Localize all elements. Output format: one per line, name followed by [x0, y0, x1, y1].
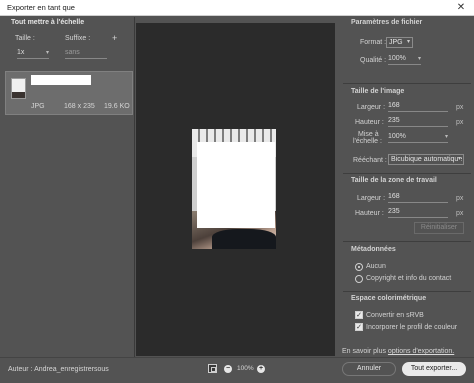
- convert-srgb-checkbox[interactable]: ✓: [355, 311, 363, 319]
- quality-label: Qualité :: [360, 57, 387, 64]
- export-all-button[interactable]: Tout exporter...: [402, 362, 466, 376]
- metadata-header: Métadonnées: [351, 246, 396, 253]
- item-format: JPG: [31, 103, 45, 110]
- metadata-none-label: Aucun: [366, 263, 386, 270]
- learn-more-text: En savoir plus options d'exportation.: [342, 348, 454, 355]
- section-divider: [343, 83, 471, 84]
- item-dimensions: 168 x 235: [64, 103, 95, 110]
- section-divider: [343, 173, 471, 174]
- redacted-area: [197, 142, 275, 228]
- reset-button[interactable]: Réinitialiser: [414, 222, 464, 234]
- window-title: Exporter en tant que: [7, 3, 75, 12]
- export-item-row[interactable]: JPG 168 x 235 19.6 KO: [5, 71, 133, 115]
- preview-canvas: [136, 23, 335, 356]
- fit-to-screen-icon[interactable]: [208, 364, 217, 373]
- zoom-in-button[interactable]: +: [257, 365, 265, 373]
- image-width-label: Largeur :: [357, 104, 386, 111]
- image-scale-select[interactable]: 100% ▾: [388, 133, 448, 143]
- image-size-header: Taille de l'image: [351, 88, 405, 95]
- chevron-down-icon: ▾: [417, 56, 421, 62]
- zoom-value: 100%: [237, 365, 254, 372]
- canvas-width-unit: px: [456, 195, 464, 202]
- right-panel: Paramètres de fichier Format : JPG ▾ Qua…: [336, 17, 474, 357]
- image-scale-value: 100%: [388, 133, 406, 140]
- quality-select[interactable]: 100% ▾: [388, 55, 421, 65]
- section-divider: [343, 291, 471, 292]
- footer-divider: [0, 357, 474, 358]
- chevron-down-icon: ▾: [444, 134, 448, 140]
- canvas-height-input[interactable]: 235: [388, 208, 448, 218]
- convert-srgb-label: Convertir en sRVB: [366, 312, 424, 319]
- format-label: Format :: [360, 39, 387, 46]
- image-height-label: Hauteur :: [355, 119, 384, 126]
- scale-all-header: Tout mettre à l'échelle: [11, 19, 85, 26]
- image-height-unit: px: [456, 119, 464, 126]
- chevron-down-icon: ▾: [45, 50, 49, 56]
- suffix-label: Suffixe :: [65, 35, 91, 42]
- canvas-height-label: Hauteur :: [355, 210, 384, 217]
- image-width-unit: px: [456, 104, 464, 111]
- canvas-height-unit: px: [456, 210, 464, 217]
- redacted-filename: [31, 75, 91, 85]
- scale-label-line1: Mise à: [358, 131, 379, 138]
- image-width-input[interactable]: 168: [388, 102, 448, 112]
- add-scale-button[interactable]: +: [112, 33, 117, 43]
- zoom-bar: − 100% +: [136, 360, 335, 380]
- quality-value: 100%: [388, 55, 406, 62]
- chevron-down-icon: ▾: [457, 155, 461, 164]
- learn-more-prefix: En savoir plus: [342, 348, 386, 355]
- section-divider: [343, 241, 471, 242]
- resample-select[interactable]: Bicubique automatique ▾: [388, 154, 464, 165]
- suffix-input[interactable]: sans: [65, 49, 107, 59]
- metadata-copyright-label: Copyright et info du contact: [366, 275, 452, 282]
- export-options-link[interactable]: options d'exportation.: [388, 348, 454, 355]
- metadata-copyright-radio[interactable]: [355, 275, 363, 283]
- scale-label-line2: l'échelle :: [353, 138, 382, 145]
- canvas-width-label: Largeur :: [357, 195, 386, 202]
- format-value: JPG: [389, 39, 403, 46]
- title-bar: Exporter en tant que ✕: [0, 0, 474, 16]
- file-params-header: Paramètres de fichier: [351, 19, 423, 26]
- format-select[interactable]: JPG ▾: [386, 37, 413, 48]
- left-panel: Tout mettre à l'échelle Taille : Suffixe…: [5, 17, 134, 357]
- embed-profile-checkbox[interactable]: ✓: [355, 323, 363, 331]
- resample-label: Rééchant :: [353, 157, 387, 164]
- color-space-header: Espace colorimétrique: [351, 295, 427, 302]
- panel-divider: [134, 17, 135, 357]
- item-filesize: 19.6 KO: [104, 103, 130, 110]
- resample-value: Bicubique automatique: [391, 156, 463, 163]
- zoom-out-button[interactable]: −: [224, 365, 232, 373]
- cancel-button[interactable]: Annuler: [342, 362, 396, 376]
- canvas-size-header: Taille de la zone de travail: [351, 177, 437, 184]
- size-label: Taille :: [15, 35, 35, 42]
- embed-profile-label: Incorporer le profil de couleur: [366, 324, 458, 331]
- scale-select[interactable]: 1x ▾: [17, 49, 49, 59]
- preview-image: [192, 129, 276, 249]
- author-label: Auteur : Andrea_enregistrersous: [8, 366, 109, 373]
- image-thumbnail: [11, 78, 26, 99]
- canvas-width-input[interactable]: 168: [388, 193, 448, 203]
- scale-value: 1x: [17, 49, 25, 56]
- close-icon[interactable]: ✕: [454, 1, 468, 14]
- chevron-down-icon: ▾: [406, 39, 410, 45]
- metadata-none-radio[interactable]: [355, 263, 363, 271]
- image-height-input[interactable]: 235: [388, 117, 448, 127]
